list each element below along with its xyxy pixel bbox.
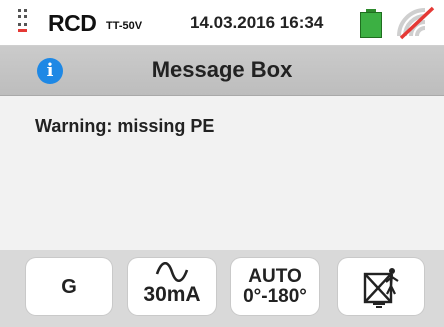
type-g-button[interactable]: G <box>26 258 112 315</box>
status-bar: RCD TT-50V 14.03.2016 16:34 <box>0 0 444 46</box>
message-box-header: i Message Box <box>0 46 444 96</box>
dots-icon <box>18 9 32 35</box>
type-g-label: G <box>61 276 77 298</box>
page-title: Message Box <box>151 57 293 82</box>
date-time: 14.03.2016 16:34 <box>190 13 324 32</box>
warning-message: Warning: missing PE <box>35 116 215 136</box>
no-touch-earth-icon <box>363 268 399 308</box>
ac-wave-icon <box>155 262 189 282</box>
auto-phase-button[interactable]: AUTO 0°-180° <box>231 258 319 315</box>
function-title: RCD <box>48 10 97 36</box>
softkey-bar: G 30mA AUTO 0°-180° <box>0 250 444 327</box>
current-30ma-button[interactable]: 30mA <box>128 258 216 315</box>
wireless-disabled-icon <box>397 6 435 40</box>
function-subtitle: TT-50V <box>106 20 143 32</box>
auto-label: AUTO <box>248 266 302 287</box>
battery-icon <box>360 9 382 38</box>
instrument-screen: RCD TT-50V 14.03.2016 16:34 i Message Bo… <box>0 0 444 327</box>
current-label: 30mA <box>143 283 201 306</box>
touch-test-button[interactable] <box>338 258 424 315</box>
phase-range-label: 0°-180° <box>243 286 307 307</box>
